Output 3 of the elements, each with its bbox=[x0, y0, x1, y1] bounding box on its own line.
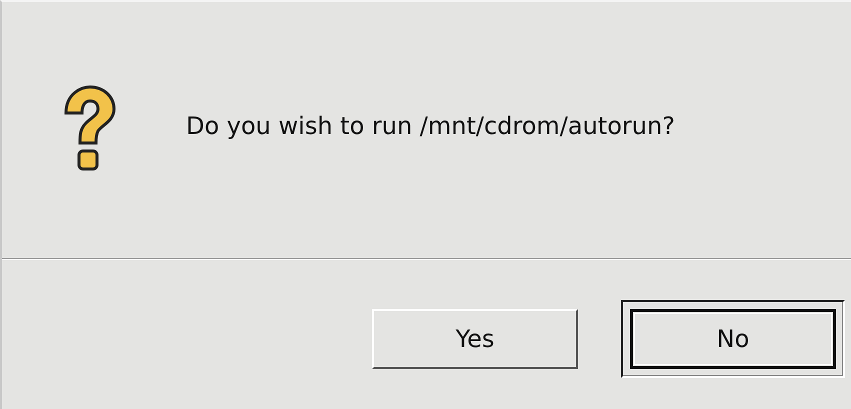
dialog-button[interactable]: Yes bbox=[372, 309, 578, 369]
dialog-message: Do you wish to run /mnt/cdrom/autorun? bbox=[186, 112, 675, 140]
dialog-button[interactable]: No bbox=[630, 309, 836, 369]
